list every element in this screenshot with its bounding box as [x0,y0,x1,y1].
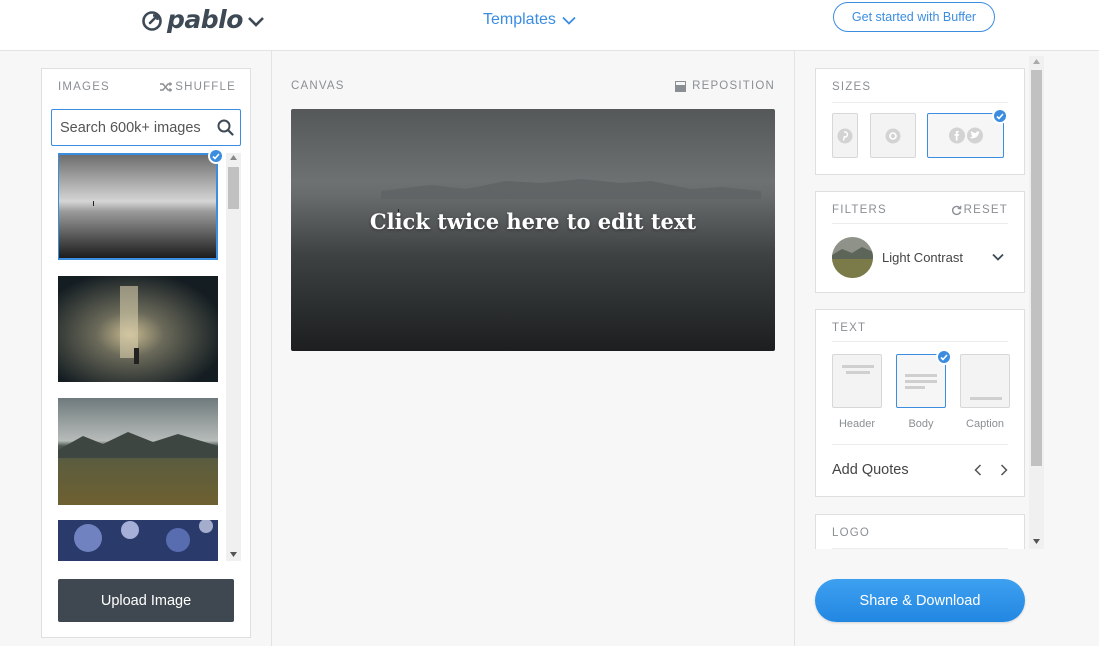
text-option-label: Header [838,418,876,430]
templates-label: Templates [483,11,556,28]
divider [832,102,1008,103]
divider [832,223,1008,224]
reset-button[interactable]: RESET [951,204,1008,216]
sea-photo [59,155,216,258]
sizes-title: SIZES [832,81,872,93]
images-panel: IMAGES SHUFFLE Search 600k+ images Uploa… [41,68,251,638]
images-scrollbar[interactable] [226,153,241,561]
selected-check-icon [992,108,1008,124]
filter-select[interactable]: Light Contrast [832,236,1008,278]
text-header: TEXT [832,322,1008,334]
column-divider [271,51,272,646]
panel-mask [805,549,1045,569]
image-thumbnail[interactable] [58,153,218,260]
logo-title: LOGO [832,527,871,539]
add-quotes-label: Add Quotes [832,462,909,478]
search-icon[interactable] [217,119,234,136]
images-header: IMAGES SHUFFLE [58,81,236,93]
wall-light-photo [58,276,218,382]
size-instagram-button[interactable] [870,113,916,158]
reposition-label: REPOSITION [692,80,775,92]
image-thumbnail[interactable] [58,519,218,561]
chevron-down-icon [247,17,264,27]
reposition-icon [675,80,687,92]
templates-menu[interactable]: Templates [483,11,576,29]
shuffle-icon [160,82,173,92]
instagram-icon [885,128,901,143]
filters-header: FILTERS RESET [832,204,1008,216]
canvas-title: CANVAS [291,80,345,92]
selected-check-icon [936,349,952,365]
text-caption-option[interactable] [960,354,1010,408]
get-started-button[interactable]: Get started with Buffer [833,2,995,32]
scroll-up-icon[interactable] [1033,59,1040,64]
search-box [51,109,241,146]
filter-preview [832,236,873,278]
reset-icon [951,205,962,215]
settings-scrollbar[interactable] [1029,56,1044,549]
logo-header: LOGO [832,527,1008,539]
shuffle-button[interactable]: SHUFFLE [160,81,236,93]
text-title: TEXT [832,322,867,334]
image-thumbnail[interactable] [58,276,218,383]
filters-panel: FILTERS RESET Light Contrast [815,191,1025,293]
top-bar: pablo Templates Get started with Buffer [0,0,1099,51]
divider [832,341,1008,342]
shuffle-label: SHUFFLE [175,81,236,93]
text-panel: TEXT Header Body Caption Add Quotes [815,309,1025,497]
text-option-label: Body [908,418,934,430]
add-quotes-row: Add Quotes [832,462,1008,478]
size-pinterest-button[interactable] [832,113,858,158]
scrollbar-thumb[interactable] [228,167,239,209]
mountain-field-photo [58,398,218,505]
chevron-down-icon [992,253,1004,261]
filters-title: FILTERS [832,204,887,216]
scrollbar-thumb[interactable] [1031,70,1042,466]
filter-name: Light Contrast [882,249,963,265]
scroll-up-icon[interactable] [230,155,237,160]
image-results [58,153,219,561]
scroll-down-icon[interactable] [1033,539,1040,544]
canvas-header: CANVAS REPOSITION [291,80,775,92]
text-option-label: Caption [966,418,1004,430]
chevron-right-icon[interactable] [1000,464,1008,476]
chevron-down-icon [562,16,576,25]
sizes-panel: SIZES [815,68,1025,175]
logo-text: pablo [167,5,243,34]
selected-check-icon [208,148,224,164]
scroll-down-icon[interactable] [230,552,237,557]
column-divider [794,51,795,646]
text-header-option[interactable] [832,354,882,408]
chevron-left-icon[interactable] [974,464,982,476]
share-download-button[interactable]: Share & Download [815,579,1025,622]
facebook-twitter-icon [948,127,983,144]
divider [832,444,1008,445]
images-title: IMAGES [58,81,110,93]
reset-label: RESET [963,204,1008,216]
canvas-text[interactable]: Click twice here to edit text [291,209,775,234]
pablo-logo[interactable]: pablo [141,5,265,34]
upload-image-button[interactable]: Upload Image [58,579,234,622]
logo-panel: LOGO [815,514,1025,554]
image-thumbnail[interactable] [58,398,218,505]
reposition-button[interactable]: REPOSITION [675,80,775,92]
bokeh-lights-photo [58,519,218,561]
pablo-logo-icon [142,11,162,31]
canvas[interactable]: Click twice here to edit text [291,109,775,351]
sizes-header: SIZES [832,81,1008,93]
pinterest-icon [837,128,853,143]
search-input[interactable] [60,119,210,136]
